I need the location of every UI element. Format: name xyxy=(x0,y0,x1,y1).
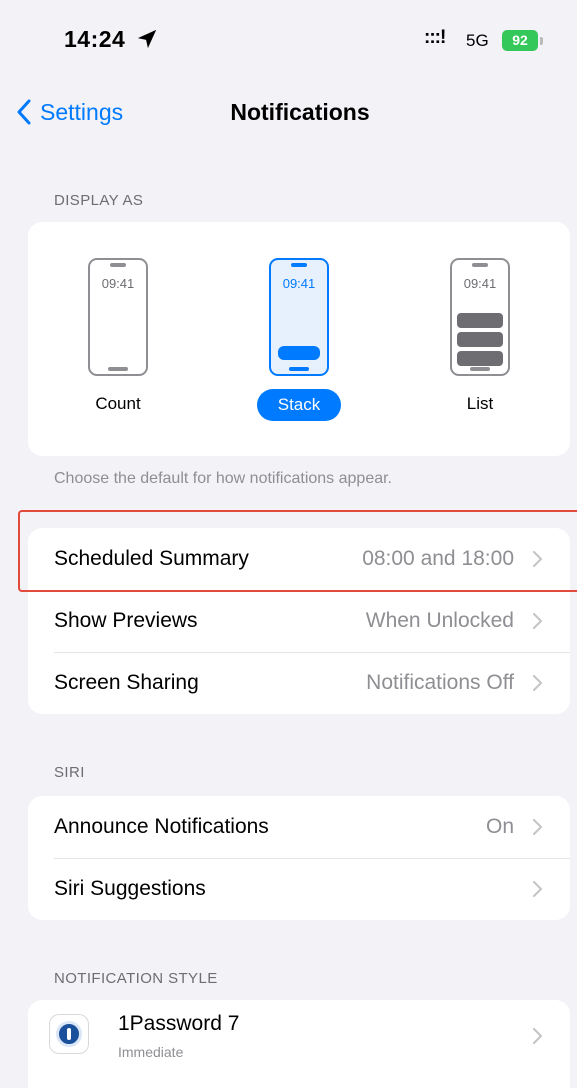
stack-clock: 09:41 xyxy=(282,276,316,291)
app-row-1password[interactable]: 1Password 7 Immediate xyxy=(28,1000,570,1088)
chevron-right-icon xyxy=(533,675,542,691)
siri-suggestions-row[interactable]: Siri Suggestions xyxy=(28,858,570,920)
app-subtitle: Immediate xyxy=(118,1044,184,1060)
announce-notifications-row[interactable]: Announce Notifications On xyxy=(28,796,570,858)
chevron-right-icon xyxy=(533,819,542,835)
siri-header: SIRI xyxy=(54,764,85,781)
count-phone-icon: 09:41 xyxy=(88,258,148,376)
chevron-right-icon xyxy=(533,613,542,629)
list-phone-icon: 09:41 xyxy=(450,258,510,376)
display-option-count[interactable]: 09:41 Count xyxy=(58,258,178,438)
list-label: List xyxy=(466,394,494,413)
screen-sharing-row[interactable]: Screen Sharing Notifications Off xyxy=(28,652,570,714)
status-time: 14:24 xyxy=(64,26,126,52)
row-label: Announce Notifications xyxy=(54,815,269,838)
row-value: 08:00 and 18:00 xyxy=(362,547,514,570)
network-type: 5G xyxy=(466,31,489,50)
cellular-signal-icon: :::! xyxy=(424,27,446,48)
row-label: Show Previews xyxy=(54,609,198,632)
siri-card: Announce Notifications On Siri Suggestio… xyxy=(28,796,570,920)
display-option-stack[interactable]: 09:41 Stack xyxy=(239,258,359,438)
status-bar: 14:24 :::! 5G 92 xyxy=(0,0,577,80)
row-value: Notifications Off xyxy=(366,671,514,694)
notification-style-header: NOTIFICATION STYLE xyxy=(54,970,218,987)
display-as-footer: Choose the default for how notifications… xyxy=(54,470,392,487)
stack-label: Stack xyxy=(257,389,341,421)
page-title: Notifications xyxy=(230,99,370,125)
count-clock: 09:41 xyxy=(101,276,135,291)
battery-icon: 92 xyxy=(502,30,538,51)
chevron-right-icon xyxy=(533,1028,542,1044)
chevron-right-icon xyxy=(533,551,542,567)
row-value: On xyxy=(485,815,514,838)
notification-settings-card: Scheduled Summary 08:00 and 18:00 Show P… xyxy=(28,528,570,714)
display-option-list[interactable]: 09:41 List xyxy=(420,258,540,438)
1password-icon xyxy=(50,1015,88,1053)
row-label: Scheduled Summary xyxy=(54,547,249,570)
chevron-right-icon xyxy=(533,881,542,897)
row-value: When Unlocked xyxy=(365,609,514,632)
list-clock: 09:41 xyxy=(463,276,497,291)
show-previews-row[interactable]: Show Previews When Unlocked xyxy=(28,590,570,652)
row-label: Screen Sharing xyxy=(54,671,199,694)
notification-style-card: 1Password 7 Immediate xyxy=(28,1000,570,1088)
location-arrow-icon xyxy=(137,29,157,49)
display-as-header: DISPLAY AS xyxy=(54,192,144,209)
battery-tip xyxy=(540,37,543,45)
app-name: 1Password 7 xyxy=(118,1012,240,1035)
count-label: Count xyxy=(95,394,141,413)
scheduled-summary-row[interactable]: Scheduled Summary 08:00 and 18:00 xyxy=(28,528,570,590)
display-as-card: 09:41 Count 09:41 Stack 09:41 List xyxy=(28,222,570,456)
stack-phone-icon: 09:41 xyxy=(269,258,329,376)
row-label: Siri Suggestions xyxy=(54,877,206,900)
